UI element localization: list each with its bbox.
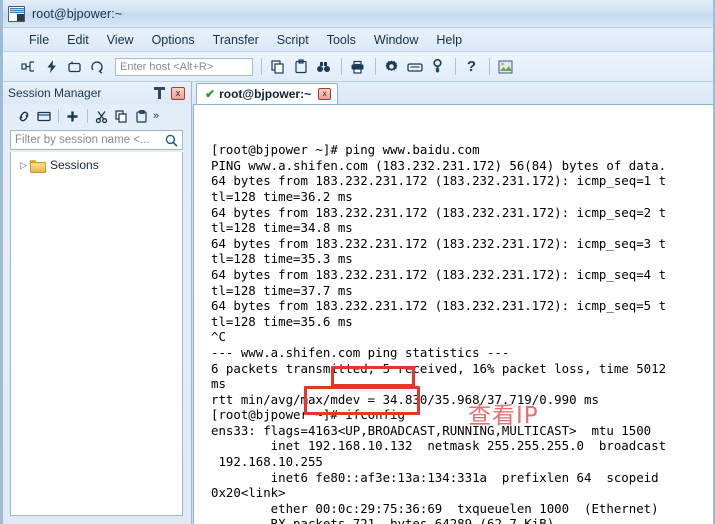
menu-item-file[interactable]: File — [20, 31, 58, 49]
connect-link-icon[interactable] — [14, 107, 33, 126]
menu-item-tools[interactable]: Tools — [318, 31, 365, 49]
menu-bar: File Edit View Options Transfer Script T… — [0, 28, 715, 52]
tab-root-bjpower[interactable]: ✔ root@bjpower:~ x — [196, 83, 339, 104]
menu-item-help[interactable]: Help — [427, 31, 471, 49]
securecrt-terminal-icon — [8, 5, 25, 22]
toolbar-separator — [261, 58, 262, 75]
paste-icon[interactable] — [290, 56, 311, 78]
window-title: root@bjpower:~ — [32, 6, 123, 21]
print-icon[interactable] — [347, 56, 368, 78]
folder-icon — [30, 159, 46, 173]
session-manager-title: Session Manager — [8, 86, 102, 100]
connect-in-tab-icon[interactable] — [34, 107, 53, 126]
tree-item-label: Sessions — [50, 158, 99, 172]
menu-item-options[interactable]: Options — [143, 31, 204, 49]
toolbar-separator — [375, 58, 376, 75]
paste-icon[interactable] — [132, 107, 151, 126]
menu-item-script[interactable]: Script — [268, 31, 318, 49]
toolbar-separator — [455, 58, 456, 75]
toolbar-overflow-icon[interactable]: » — [153, 110, 159, 122]
new-session-icon[interactable] — [63, 107, 82, 126]
session-filter-placeholder: Filter by session name <... — [15, 134, 150, 146]
title-bar: root@bjpower:~ — [0, 0, 715, 28]
session-manager-toolbar: » — [0, 104, 191, 128]
green-check-icon: ✔ — [205, 87, 216, 101]
toolbar-separator — [489, 58, 490, 75]
chevron-right-icon[interactable]: ▷ — [17, 160, 30, 171]
session-tree: ▷ Sessions — [10, 152, 183, 516]
session-toolbar-separator — [87, 109, 88, 123]
search-icon[interactable] — [165, 134, 178, 147]
host-input[interactable]: Enter host <Alt+R> — [115, 57, 253, 76]
reconnect-icon[interactable] — [64, 56, 85, 78]
app-window-icon[interactable] — [495, 56, 516, 78]
find-binoculars-icon[interactable] — [313, 56, 334, 78]
copy-icon[interactable] — [267, 56, 288, 78]
menu-item-view[interactable]: View — [98, 31, 143, 49]
connect-icon[interactable] — [18, 56, 39, 78]
reconnect-all-icon[interactable] — [87, 56, 108, 78]
securecrt-window: root@bjpower:~ File Edit View Options Tr… — [0, 0, 715, 524]
tab-strip: ✔ root@bjpower:~ x — [192, 82, 715, 104]
auto-hide-pin-icon[interactable] — [153, 85, 167, 101]
tab-label: root@bjpower:~ — [219, 87, 312, 101]
close-panel-icon[interactable]: x — [171, 86, 185, 100]
menu-item-transfer[interactable]: Transfer — [204, 31, 268, 49]
help-icon[interactable]: ? — [461, 56, 482, 78]
menu-item-window[interactable]: Window — [365, 31, 427, 49]
terminal-pane[interactable]: [root@bjpower ~]# ping www.baidu.com PIN… — [193, 104, 715, 524]
window-left-edge — [0, 0, 3, 524]
quick-connect-lightning-icon[interactable] — [41, 56, 62, 78]
tree-item-sessions[interactable]: ▷ Sessions — [11, 156, 182, 174]
terminal-output: [root@bjpower ~]# ping www.baidu.com PIN… — [211, 142, 667, 524]
close-tab-icon[interactable]: x — [318, 88, 332, 100]
session-filter-input[interactable]: Filter by session name <... — [10, 130, 183, 150]
cut-icon[interactable] — [92, 107, 111, 126]
session-manager-header: Session Manager x — [0, 82, 191, 104]
session-options-gear-icon[interactable] — [381, 56, 402, 78]
menu-item-edit[interactable]: Edit — [58, 31, 98, 49]
copy-icon[interactable] — [112, 107, 131, 126]
session-manager-panel: Session Manager x » Filter by session na… — [0, 82, 192, 524]
session-toolbar-separator — [58, 109, 59, 123]
main-toolbar: Enter host <Alt+R> ? — [0, 52, 715, 82]
keyboard-icon[interactable] — [404, 56, 425, 78]
toolbar-separator — [341, 58, 342, 75]
key-icon[interactable] — [427, 56, 448, 78]
